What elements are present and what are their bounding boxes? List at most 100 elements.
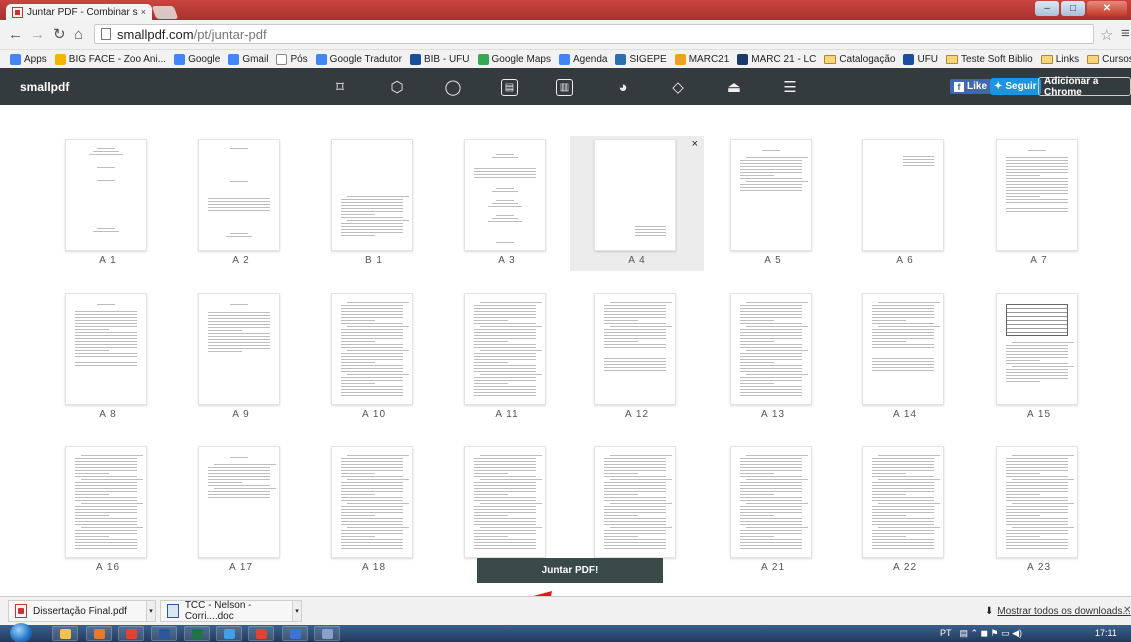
new-tab-button[interactable] bbox=[151, 6, 179, 19]
page-preview[interactable] bbox=[198, 139, 280, 251]
page-preview[interactable] bbox=[996, 139, 1078, 251]
bookmark-item[interactable]: BIB - UFU bbox=[409, 53, 470, 65]
address-bar[interactable]: smallpdf.com/pt/juntar-pdf bbox=[94, 24, 1094, 44]
pdf-page-thumbnail[interactable]: A 21 bbox=[706, 443, 840, 578]
bookmark-item[interactable]: Apps bbox=[10, 53, 47, 65]
taskbar-app[interactable] bbox=[118, 626, 144, 641]
back-arrow-icon[interactable]: ← bbox=[8, 27, 23, 43]
smallpdf-logo[interactable]: smallpdf bbox=[20, 80, 69, 94]
bookmark-item[interactable]: Pós bbox=[276, 53, 308, 65]
new-tool-icon[interactable]: ☰ bbox=[780, 77, 800, 97]
pdf-page-thumbnail[interactable]: A 23 bbox=[972, 443, 1106, 578]
page-preview[interactable] bbox=[730, 139, 812, 251]
merge-pdf-button[interactable]: Juntar PDF! bbox=[477, 558, 663, 583]
page-preview[interactable] bbox=[65, 139, 147, 251]
bookmark-item[interactable]: MARC 21 - LC bbox=[737, 53, 816, 65]
home-icon[interactable]: ⌂ bbox=[74, 27, 83, 43]
compress-tool-icon[interactable]: ⌑ bbox=[330, 77, 350, 97]
bookmark-item[interactable]: Gmail bbox=[228, 53, 268, 65]
page-preview[interactable] bbox=[198, 293, 280, 405]
bookmark-item[interactable]: Google Maps bbox=[477, 53, 551, 65]
menu-icon[interactable]: ≡ bbox=[1121, 25, 1130, 42]
taskbar-app[interactable] bbox=[184, 626, 210, 641]
pdf-to-excel-tool-icon[interactable]: ▥ bbox=[556, 79, 573, 96]
drop-tool-icon[interactable]: ◯ bbox=[443, 77, 463, 97]
pdf-page-thumbnail[interactable]: A 15 bbox=[972, 290, 1106, 425]
pdf-to-word-tool-icon[interactable]: ▤ bbox=[501, 79, 518, 96]
page-preview[interactable] bbox=[65, 293, 147, 405]
page-preview[interactable] bbox=[464, 139, 546, 251]
show-all-downloads-link[interactable]: Mostrar todos os downloads... bbox=[997, 606, 1130, 617]
bookmark-item[interactable]: Teste Soft Biblio bbox=[946, 54, 1033, 65]
bookmark-item[interactable]: Google Tradutor bbox=[315, 53, 402, 65]
page-preview[interactable] bbox=[594, 139, 676, 251]
taskbar-app[interactable] bbox=[282, 626, 308, 641]
pdf-page-thumbnail[interactable]: B 1 bbox=[307, 136, 441, 271]
split-tool-icon[interactable]: ⏏ bbox=[724, 77, 744, 97]
bookmark-item[interactable]: Cursos bbox=[1087, 54, 1131, 65]
reload-icon[interactable]: ↻ bbox=[53, 27, 66, 43]
pdf-page-thumbnail[interactable]: A 8 bbox=[41, 290, 175, 425]
maximize-icon[interactable]: □ bbox=[1061, 1, 1085, 16]
pdf-page-thumbnail[interactable]: A 9 bbox=[174, 290, 308, 425]
page-preview[interactable] bbox=[862, 139, 944, 251]
pdf-page-thumbnail[interactable]: A 22 bbox=[838, 443, 972, 578]
language-indicator[interactable]: PT bbox=[940, 628, 952, 639]
page-preview[interactable] bbox=[996, 446, 1078, 558]
page-preview[interactable] bbox=[862, 446, 944, 558]
add-to-chrome-button[interactable]: Adicionar a Chrome bbox=[1038, 76, 1131, 98]
bookmark-item[interactable]: BIG FACE - Zoo Ani... bbox=[54, 53, 166, 65]
taskbar-app[interactable] bbox=[86, 626, 112, 641]
pdf-page-thumbnail[interactable]: A 5 bbox=[706, 136, 840, 271]
shelf-close-icon[interactable]: ✕ bbox=[1123, 605, 1131, 616]
download-options-icon[interactable]: ▾ bbox=[146, 600, 156, 622]
pdf-page-thumbnail[interactable]: A 10 bbox=[307, 290, 441, 425]
taskbar-app[interactable] bbox=[248, 626, 274, 641]
window-close-icon[interactable]: ✕ bbox=[1087, 1, 1127, 16]
start-button-icon[interactable] bbox=[10, 623, 32, 642]
pdf-page-thumbnail[interactable]: A 1 bbox=[41, 136, 175, 271]
pdf-page-thumbnail[interactable]: A 7 bbox=[972, 136, 1106, 271]
tray-icons[interactable]: ▤ ⌃ ◼ ⚑ ▭ ◀) bbox=[960, 628, 1023, 639]
bookmark-item[interactable]: SIGEPE bbox=[615, 53, 667, 65]
bookmark-item[interactable]: Agenda bbox=[558, 53, 607, 65]
page-preview[interactable] bbox=[198, 446, 280, 558]
page-preview[interactable] bbox=[996, 293, 1078, 405]
page-preview[interactable] bbox=[464, 446, 546, 558]
download-item-doc[interactable]: TCC - Nelson - Corri....doc ▾ bbox=[160, 600, 302, 622]
page-preview[interactable] bbox=[464, 293, 546, 405]
page-preview[interactable] bbox=[331, 293, 413, 405]
bookmark-star-icon[interactable]: ☆ bbox=[1100, 26, 1113, 44]
convert-tool-icon[interactable]: ⬡ bbox=[387, 77, 407, 97]
sign-tool-icon[interactable]: ◇ bbox=[668, 77, 688, 97]
bookmark-item[interactable]: MARC21 bbox=[674, 53, 729, 65]
page-preview[interactable] bbox=[594, 293, 676, 405]
page-preview[interactable] bbox=[730, 293, 812, 405]
download-options-icon[interactable]: ▾ bbox=[292, 600, 302, 622]
minimize-icon[interactable]: – bbox=[1035, 1, 1059, 16]
taskbar-app[interactable] bbox=[52, 626, 78, 641]
pdf-page-thumbnail[interactable]: A 14 bbox=[838, 290, 972, 425]
bookmark-item[interactable]: Links bbox=[1040, 54, 1079, 65]
remove-page-icon[interactable]: × bbox=[692, 138, 698, 150]
pdf-page-thumbnail[interactable]: A 2 bbox=[174, 136, 308, 271]
twitter-follow-button[interactable]: ✦ Seguir bbox=[990, 78, 1041, 95]
facebook-like-button[interactable]: f Like bbox=[950, 79, 992, 94]
pdf-page-thumbnail[interactable]: A 12 bbox=[570, 290, 704, 425]
page-preview[interactable] bbox=[65, 446, 147, 558]
page-preview[interactable] bbox=[331, 139, 413, 251]
page-preview[interactable] bbox=[594, 446, 676, 558]
pdf-page-thumbnail[interactable]: A 17 bbox=[174, 443, 308, 578]
bookmark-item[interactable]: UFU bbox=[903, 53, 938, 65]
pdf-page-thumbnail[interactable]: × A 4 bbox=[570, 136, 704, 271]
forward-arrow-icon[interactable]: → bbox=[30, 27, 45, 43]
page-preview[interactable] bbox=[730, 446, 812, 558]
pdf-page-thumbnail[interactable]: A 11 bbox=[440, 290, 574, 425]
page-preview[interactable] bbox=[331, 446, 413, 558]
pdf-page-thumbnail[interactable]: A 3 bbox=[440, 136, 574, 271]
pdf-page-thumbnail[interactable]: A 6 bbox=[838, 136, 972, 271]
taskbar-app[interactable] bbox=[151, 626, 177, 641]
taskbar-app[interactable] bbox=[216, 626, 242, 641]
clock[interactable]: 17:11 bbox=[1095, 628, 1117, 638]
bookmark-item[interactable]: Google bbox=[174, 53, 220, 65]
